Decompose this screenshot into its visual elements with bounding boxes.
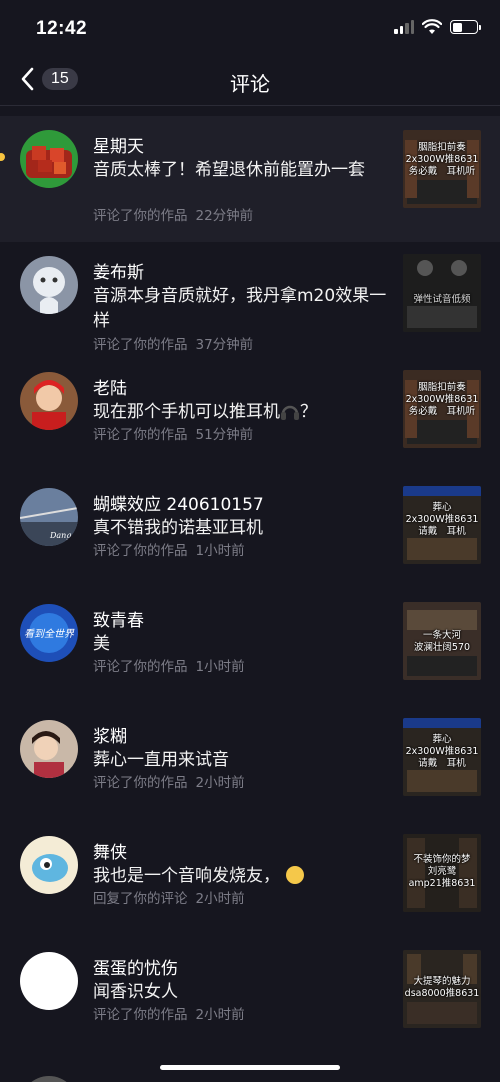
action-text: 评论了你的作品 (93, 337, 188, 353)
time-text: 2小时前 (195, 891, 245, 907)
comment-meta: 评论了你的作品 51分钟前 (93, 423, 253, 443)
video-thumbnail[interactable]: 胭脂扣前奏 2x300W推8631 务必戴 耳机听 (403, 370, 481, 448)
video-thumbnail[interactable]: 弹性试音低频 (403, 254, 481, 332)
comment-list: 星期天 音质太棒了！希望退休前能置办一套 评论了你的作品 22分钟前 胭脂扣前奏 … (0, 116, 500, 1054)
thumbnail-caption: 胭脂扣前奏 2x300W推8631 务必戴 耳机听 (405, 382, 479, 417)
system-icons (394, 19, 481, 35)
user-name[interactable]: 星期天 (93, 132, 144, 157)
avatar[interactable] (20, 372, 78, 430)
svg-text:Dangoo: Dangoo (49, 531, 78, 540)
unread-dot (0, 153, 5, 161)
list-item[interactable]: 星期天 音质太棒了！希望退休前能置办一套 评论了你的作品 22分钟前 胭脂扣前奏 … (0, 116, 500, 242)
status-time: 12:42 (36, 18, 88, 39)
headphone-emoji-icon (281, 405, 299, 420)
user-name[interactable]: 老陆 (93, 374, 127, 399)
time-text: 2小时前 (195, 775, 245, 791)
thumbnail-caption: 葬心 2x300W推8631 请戴 耳机 (405, 734, 479, 769)
video-thumbnail[interactable]: 不装饰你的梦 刘亮鹭 amp21推8631 (403, 834, 481, 912)
user-name[interactable]: 蛋蛋的忧伤 (93, 954, 178, 979)
list-item[interactable]: 看到全世界 致青春 美 评论了你的作品 1小时前 一条大河 波澜壮阔570 (0, 590, 500, 706)
video-thumbnail[interactable]: 胭脂扣前奏 2x300W推8631 务必戴 耳机听 (403, 130, 481, 208)
action-text: 评论了你的作品 (93, 775, 188, 791)
user-name[interactable]: 舞侠 (93, 838, 127, 863)
action-text: 评论了你的作品 (93, 427, 188, 443)
comment-meta: 回复了你的评论 2小时前 (93, 887, 245, 907)
thumbnail-caption: 一条大河 波澜壮阔570 (413, 630, 471, 653)
home-indicator (160, 1065, 340, 1070)
comment-text: 闻香识女人 (93, 982, 178, 1002)
time-text: 37分钟前 (195, 337, 254, 353)
avatar[interactable] (20, 720, 78, 778)
action-text: 评论了你的作品 (93, 543, 188, 559)
list-item[interactable]: 姜布斯 音源本身音质就好，我丹拿m20效果一样 评论了你的作品 37分钟前 弹性试… (0, 242, 500, 358)
comment-text: 音质太棒了！希望退休前能置办一套 (93, 160, 365, 180)
list-item[interactable]: 老陆 现在那个手机可以推耳机？ 评论了你的作品 51分钟前 胭脂扣前奏 2x300… (0, 358, 500, 474)
comment-text: 现在那个手机可以推耳机？ (93, 402, 317, 422)
time-text: 1小时前 (195, 659, 245, 675)
comment-text: 葬心一直用来试音 (93, 750, 229, 770)
thumbnail-caption: 葬心 2x300W推8631 请戴 耳机 (405, 502, 479, 537)
user-name[interactable]: 姜布斯 (93, 258, 144, 283)
list-item[interactable]: 蛋蛋的忧伤 闻香识女人 评论了你的作品 2小时前 大提琴的魅力 dsa8000推8… (0, 938, 500, 1054)
laughing-emoji-icon (286, 866, 304, 884)
page-title: 评论 (230, 72, 270, 96)
comment-meta: 评论了你的作品 1小时前 (93, 655, 245, 675)
user-name[interactable]: 蝴蝶效应 240610157 (93, 490, 264, 515)
avatar[interactable]: Dangoo (20, 488, 78, 546)
avatar[interactable] (20, 256, 78, 314)
time-text: 22分钟前 (195, 208, 254, 224)
battery-icon (450, 20, 481, 34)
comment-meta: 评论了你的作品 37分钟前 (93, 333, 253, 353)
time-text: 51分钟前 (195, 427, 254, 443)
thumbnail-caption: 不装饰你的梦 刘亮鹭 amp21推8631 (408, 854, 476, 889)
thumbnail-caption: 弹性试音低频 (413, 294, 471, 305)
comment-text: 我也是一个音响发烧友， (93, 864, 389, 889)
video-thumbnail[interactable]: 大提琴的魅力 dsa8000推8631 (403, 950, 481, 1028)
avatar[interactable]: 看到全世界 (20, 604, 78, 662)
action-text: 评论了你的作品 (93, 208, 188, 224)
avatar[interactable] (20, 836, 78, 894)
thumbnail-caption: 大提琴的魅力 dsa8000推8631 (404, 976, 480, 999)
comment-meta: 评论了你的作品 22分钟前 (93, 204, 253, 224)
user-name[interactable]: 浆糊 (93, 722, 127, 747)
avatar[interactable] (20, 130, 78, 188)
cellular-signal-icon (394, 20, 414, 34)
thumbnail-caption: 胭脂扣前奏 2x300W推8631 务必戴 耳机听 (405, 142, 479, 177)
navigation-bar: 15 评论 (0, 56, 500, 106)
action-text: 评论了你的作品 (93, 1007, 188, 1023)
svg-text:看到全世界: 看到全世界 (24, 628, 75, 640)
user-name[interactable]: 致青春 (93, 606, 144, 631)
status-bar: 12:42 (0, 0, 500, 56)
comment-text: 音源本身音质就好，我丹拿m20效果一样 (93, 286, 387, 331)
list-item[interactable]: Dangoo 蝴蝶效应 240610157 真不错我的诺基亚耳机 评论了你的作品… (0, 474, 500, 590)
video-thumbnail[interactable]: 一条大河 波澜壮阔570 (403, 602, 481, 680)
avatar[interactable] (20, 1076, 78, 1082)
video-thumbnail[interactable]: 葬心 2x300W推8631 请戴 耳机 (403, 486, 481, 564)
action-text: 评论了你的作品 (93, 659, 188, 675)
time-text: 1小时前 (195, 543, 245, 559)
action-text: 回复了你的评论 (93, 891, 188, 907)
list-item[interactable]: 浆糊 葬心一直用来试音 评论了你的作品 2小时前 葬心 2x300W推8631 请… (0, 706, 500, 822)
comment-meta: 评论了你的作品 2小时前 (93, 771, 245, 791)
comment-text: 真不错我的诺基亚耳机 (93, 518, 263, 538)
comment-meta: 评论了你的作品 1小时前 (93, 539, 245, 559)
avatar[interactable] (20, 952, 78, 1010)
list-item[interactable]: 舞侠 我也是一个音响发烧友， 回复了你的评论 2小时前 不装饰你的梦 刘亮鹭 am… (0, 822, 500, 938)
comment-text: 美 (93, 634, 110, 654)
wifi-icon (422, 19, 442, 34)
time-text: 2小时前 (195, 1007, 245, 1023)
video-thumbnail[interactable]: 葬心 2x300W推8631 请戴 耳机 (403, 718, 481, 796)
comment-meta: 评论了你的作品 2小时前 (93, 1003, 245, 1023)
